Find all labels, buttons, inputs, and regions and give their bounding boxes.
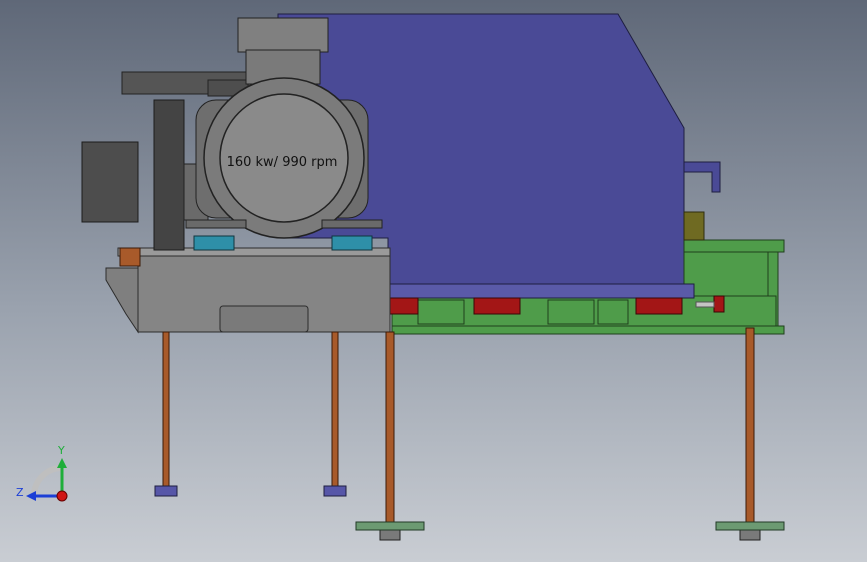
dark-column [153,99,185,251]
green-bottom-rail [391,325,785,335]
x-axis-dot [56,490,68,502]
motor-rating-label: 160 kw/ 990 rpm [227,155,338,170]
rod-nut-2 [323,485,347,497]
red-latch[interactable] [713,295,725,313]
olive-block [683,211,705,241]
rod-nut-3 [379,529,401,541]
leveling-rod-3 [385,331,395,523]
rod-nut-1 [154,485,178,497]
coordinate-triad: Y Z [16,444,68,502]
foot-plate-left [355,521,425,531]
leveling-rod-2 [331,331,339,493]
triad-arc [31,465,63,497]
z-arrow-head [26,491,36,501]
red-block-2 [473,297,521,315]
z-axis-label: Z [16,486,24,499]
latch-pin [695,301,715,308]
motor-top-block [237,17,329,53]
red-block-3 [635,297,683,315]
foot-plate-right [715,521,785,531]
terminal-box[interactable] [81,141,139,223]
y-arrow-head [57,458,67,468]
teal-pad-left [193,235,235,251]
base-wedge [105,267,139,334]
assembly-drawing: 160 kw/ 990 rpm Y Z [16,13,785,541]
y-axis-label: Y [57,444,65,457]
red-block-1 [389,297,419,315]
green-upper-rail [683,239,785,253]
motor-foot-left [185,219,247,229]
housing-hook-bracket [683,161,721,193]
leveling-rod-1 [162,331,170,493]
cad-viewport[interactable]: 160 kw/ 990 rpm Y Z [0,0,867,562]
motor-foot-right [321,219,383,229]
housing-support-plate [387,283,695,299]
teal-pad-right [331,235,373,251]
rod-nut-4 [739,529,761,541]
leveling-rod-4 [745,327,755,523]
rust-bracket [119,247,141,267]
green-side-panel [683,251,777,301]
base-inspection-slot[interactable] [219,305,309,333]
